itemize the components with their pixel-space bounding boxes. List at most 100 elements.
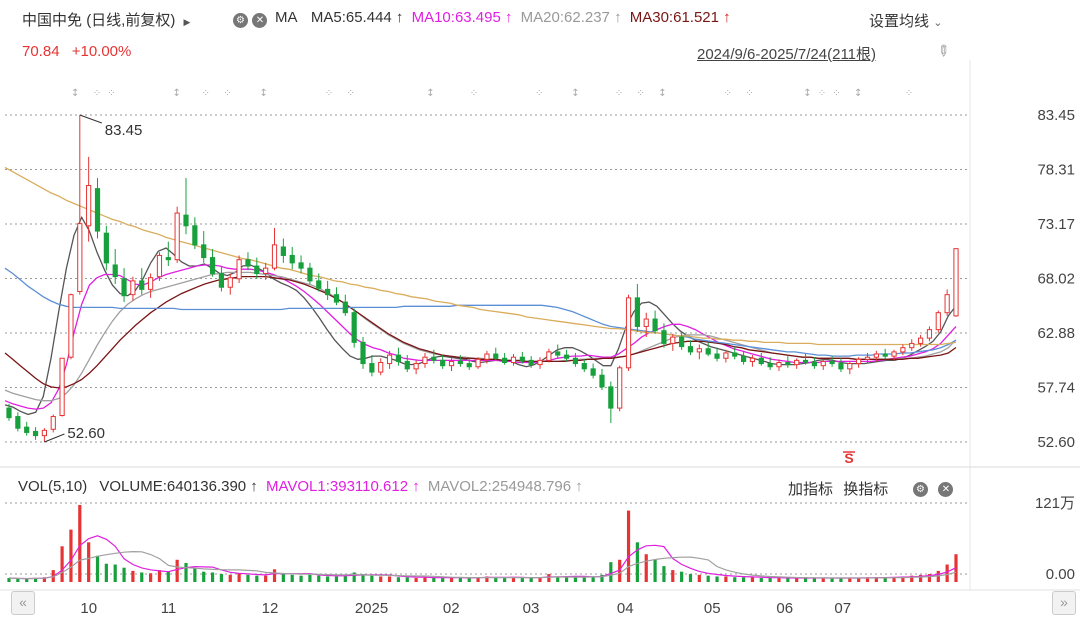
- candle-body: [404, 360, 410, 370]
- volume-bar: [432, 578, 436, 582]
- candle-body: [802, 359, 809, 364]
- volume-bar: [573, 577, 578, 582]
- volume-bar: [697, 574, 701, 582]
- candle-body: [502, 357, 508, 364]
- candle-body: [767, 363, 773, 368]
- candle-body: [6, 407, 12, 419]
- candle-body: [625, 297, 632, 369]
- candle-body: [475, 358, 481, 368]
- candle-body: [555, 351, 561, 356]
- candle-body: [864, 356, 871, 360]
- volume-bar: [122, 567, 126, 582]
- volume-bar: [140, 572, 144, 582]
- candle-body: [944, 294, 950, 314]
- event-marker-icon: ↕: [71, 88, 79, 99]
- candle-body: [395, 354, 402, 362]
- volume-bar: [334, 576, 339, 582]
- volume-bar: [724, 576, 728, 582]
- candle-body: [794, 359, 800, 366]
- volume-bar: [78, 505, 82, 582]
- event-marker-icon: ↕: [426, 88, 434, 99]
- candle-body: [608, 386, 614, 409]
- candle-body: [749, 357, 756, 362]
- event-marker-icon: ↕: [260, 88, 268, 99]
- candle-body: [776, 362, 782, 368]
- volume-bar: [237, 573, 241, 582]
- candle-body: [325, 288, 331, 296]
- candle-body: [679, 336, 685, 348]
- event-marker-icon: ⁘: [325, 88, 333, 99]
- volume-bar: [706, 575, 710, 582]
- volume-bar: [857, 578, 861, 582]
- volume-bar: [458, 578, 462, 582]
- candle-body: [342, 301, 348, 314]
- volume-bar: [786, 578, 790, 582]
- x-tick-label: 12: [262, 600, 279, 617]
- volume-bar: [564, 577, 569, 582]
- candle-body: [643, 318, 649, 327]
- candle-body: [740, 355, 747, 362]
- scroll-left-button[interactable]: «: [11, 591, 35, 615]
- candle-body: [537, 359, 543, 366]
- volume-bar: [69, 529, 73, 582]
- volume-bar: [830, 578, 834, 582]
- candle-body: [77, 223, 83, 292]
- event-marker-icon: ↕: [854, 88, 862, 99]
- candle-body: [68, 294, 74, 358]
- price-tick-label: 73.17: [1037, 216, 1075, 233]
- volume-bar: [264, 575, 268, 582]
- price-tick-label: 52.60: [1037, 434, 1075, 451]
- volume-bar: [25, 578, 29, 582]
- event-marker-icon: ↕: [658, 88, 666, 99]
- volume-bar: [272, 569, 277, 582]
- volume-bar: [246, 574, 250, 582]
- volume-bar: [175, 559, 179, 582]
- candle-body: [360, 341, 366, 365]
- candle-body: [590, 368, 596, 376]
- low-annotation: 52.60: [67, 425, 105, 442]
- volume-bar: [653, 559, 657, 582]
- x-tick-label: 04: [617, 600, 634, 617]
- volume-bar: [184, 562, 188, 582]
- event-marker-icon: ⁘: [745, 88, 753, 99]
- volume-bar: [423, 577, 427, 582]
- event-marker-icon: ↕: [571, 88, 579, 99]
- candle-body: [236, 259, 242, 280]
- candle-body: [714, 353, 720, 359]
- candle-body: [316, 280, 322, 289]
- candle-body: [493, 353, 499, 359]
- candle-body: [227, 277, 233, 288]
- volume-bar: [441, 578, 445, 582]
- volume-bar: [759, 578, 763, 582]
- candle-body: [466, 363, 472, 368]
- candle-body: [652, 318, 658, 332]
- volume-bar: [839, 578, 843, 582]
- volume-bar: [193, 568, 197, 582]
- candle-body: [758, 357, 764, 365]
- candle-body: [519, 356, 525, 361]
- candle-body: [130, 280, 136, 296]
- candle-body: [909, 342, 915, 349]
- price-tick-label: 57.74: [1037, 380, 1075, 397]
- candle-body: [201, 244, 207, 259]
- candle-body: [386, 354, 393, 365]
- candle-body: [847, 363, 853, 370]
- volume-bar: [733, 577, 737, 582]
- candle-body: [617, 367, 623, 409]
- event-marker-icon: ⁘: [202, 88, 210, 99]
- volume-tick-label: 0.00: [1046, 566, 1075, 583]
- candle-body: [599, 374, 605, 388]
- candlestick-chart[interactable]: 83.45 78.31 73.17 68.02 62.88 57.74 52.60 121万 0…: [0, 0, 1080, 619]
- candle-body: [448, 360, 455, 367]
- volume-bar: [219, 574, 224, 582]
- candle-body: [112, 264, 118, 278]
- candle-body: [59, 357, 65, 417]
- low-pointer: [44, 433, 65, 443]
- ma-line-ma60: [4, 267, 957, 357]
- candle-body: [838, 363, 844, 370]
- candle-body: [484, 353, 490, 360]
- candle-body: [41, 429, 48, 437]
- candle-body: [422, 356, 428, 365]
- volume-bar: [750, 577, 755, 582]
- scroll-right-button[interactable]: »: [1052, 591, 1076, 615]
